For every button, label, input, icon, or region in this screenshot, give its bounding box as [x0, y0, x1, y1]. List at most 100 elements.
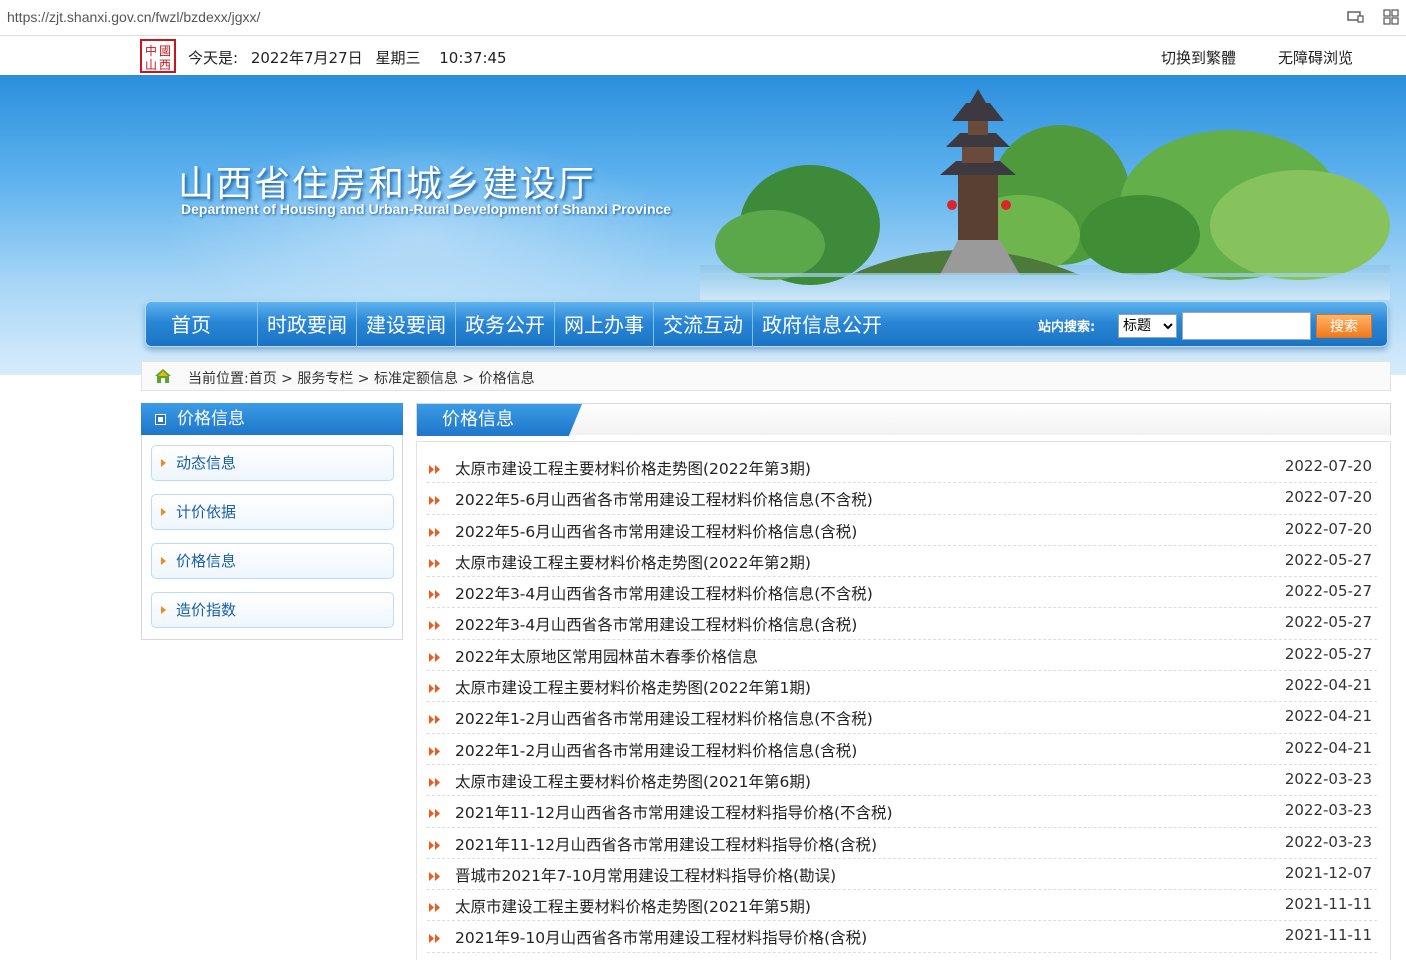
article-date: 2022-07-20: [1284, 488, 1372, 507]
switch-traditional-link[interactable]: 切换到繁體: [1161, 47, 1236, 68]
double-arrow-icon: [429, 652, 440, 662]
today-date: 2022年7月27日: [250, 49, 363, 67]
article-row[interactable]: 2021年9-10月山西省各市常用建设工程材料指导价格(含税) 2021-11-1…: [427, 921, 1377, 953]
search-button[interactable]: 搜索: [1316, 314, 1372, 338]
arrow-right-icon: [161, 557, 166, 565]
browser-address-bar: https://zjt.shanxi.gov.cn/fwzl/bzdexx/jg…: [0, 0, 1406, 36]
grid-apps-icon[interactable]: [1382, 9, 1400, 25]
article-date: 2021-12-07: [1284, 863, 1372, 882]
home-icon[interactable]: [154, 368, 172, 384]
url-text[interactable]: https://zjt.shanxi.gov.cn/fwzl/bzdexx/jg…: [7, 9, 260, 25]
article-title-link[interactable]: 太原市建设工程主要材料价格走势图(2022年第2期): [455, 551, 811, 573]
article-list: 太原市建设工程主要材料价格走势图(2022年第3期) 2022-07-20 2022…: [427, 452, 1377, 953]
screen-cast-icon[interactable]: [1346, 9, 1364, 25]
double-arrow-icon: [429, 871, 440, 881]
national-seal-logo: 中 國 山 西: [140, 39, 176, 73]
article-title-link[interactable]: 2022年3-4月山西省各市常用建设工程材料价格信息(含税): [455, 613, 857, 635]
sidebar-item-label: 计价依据: [176, 503, 237, 521]
article-title-link[interactable]: 太原市建设工程主要材料价格走势图(2022年第1期): [455, 676, 811, 698]
nav-item-gov-info[interactable]: 政府信息公开: [753, 302, 891, 348]
article-row[interactable]: 2022年3-4月山西省各市常用建设工程材料价格信息(含税) 2022-05-27: [427, 608, 1377, 640]
nav-item-construction-news[interactable]: 建设要闻: [357, 302, 456, 348]
nav-item-home[interactable]: 首页: [146, 302, 258, 348]
nav-item-news[interactable]: 时政要闻: [258, 302, 357, 348]
article-row[interactable]: 太原市建设工程主要材料价格走势图(2021年第6期) 2022-03-23: [427, 765, 1377, 797]
article-date: 2022-05-27: [1284, 613, 1372, 632]
article-title-link[interactable]: 2022年5-6月山西省各市常用建设工程材料价格信息(含税): [455, 520, 857, 542]
pavilion-landscape-image: [700, 89, 1390, 300]
article-date: 2022-05-27: [1284, 582, 1372, 601]
sidebar-title: 价格信息: [177, 409, 245, 429]
article-row[interactable]: 2021年11-12月山西省各市常用建设工程材料指导价格(含税) 2022-03-…: [427, 828, 1377, 859]
article-title-link[interactable]: 2022年3-4月山西省各市常用建设工程材料价格信息(不含税): [455, 582, 873, 604]
svg-text:山: 山: [145, 58, 158, 72]
article-title-link[interactable]: 2022年太原地区常用园林苗木春季价格信息: [455, 645, 758, 667]
article-row[interactable]: 2022年太原地区常用园林苗木春季价格信息 2022-05-27: [427, 640, 1377, 672]
sidebar: 价格信息 动态信息 计价依据 价格信息 造价指数: [141, 403, 403, 640]
article-row[interactable]: 2022年1-2月山西省各市常用建设工程材料价格信息(含税) 2022-04-21: [427, 734, 1377, 765]
article-title-link[interactable]: 2021年11-12月山西省各市常用建设工程材料指导价格(不含税): [455, 801, 893, 823]
article-date: 2022-05-27: [1284, 550, 1372, 569]
article-row[interactable]: 晋城市2021年7-10月常用建设工程材料指导价格(勘误) 2021-12-07: [427, 859, 1377, 891]
search-input[interactable]: [1182, 312, 1311, 340]
main-section-title: 价格信息: [417, 404, 582, 436]
accessibility-link[interactable]: 无障碍浏览: [1278, 47, 1353, 68]
article-row[interactable]: 太原市建设工程主要材料价格走势图(2022年第2期) 2022-05-27: [427, 546, 1377, 578]
double-arrow-icon: [429, 465, 440, 474]
article-row[interactable]: 2022年3-4月山西省各市常用建设工程材料价格信息(不含税) 2022-05-2…: [427, 577, 1377, 609]
breadcrumb-text[interactable]: 当前位置:首页 > 服务专栏 > 标准定额信息 > 价格信息: [188, 368, 535, 388]
article-row[interactable]: 2022年5-6月山西省各市常用建设工程材料价格信息(不含税) 2022-07-2…: [427, 483, 1377, 515]
search-scope-select[interactable]: 标题: [1118, 314, 1177, 338]
today-weekday: 星期三: [375, 49, 421, 67]
nav-item-online-services[interactable]: 网上办事: [555, 302, 654, 348]
sidebar-item-pricing-basis[interactable]: 计价依据: [151, 494, 394, 530]
svg-text:中: 中: [145, 43, 158, 58]
article-title-link[interactable]: 2021年9-10月山西省各市常用建设工程材料指导价格(含税): [455, 926, 867, 948]
double-arrow-icon: [429, 527, 440, 537]
article-row[interactable]: 2022年5-6月山西省各市常用建设工程材料价格信息(含税) 2022-07-20: [427, 515, 1377, 546]
sidebar-item-dynamic-info[interactable]: 动态信息: [151, 445, 394, 481]
square-bullet-icon: [155, 414, 166, 425]
article-date: 2022-03-23: [1284, 832, 1372, 851]
search-label: 站内搜索:: [1038, 320, 1096, 335]
nav-item-gov-affairs[interactable]: 政务公开: [456, 302, 555, 348]
sidebar-item-cost-index[interactable]: 造价指数: [151, 592, 394, 628]
double-arrow-icon: [429, 746, 440, 756]
sidebar-item-label: 动态信息: [176, 454, 237, 472]
article-row[interactable]: 2021年11-12月山西省各市常用建设工程材料指导价格(不含税) 2022-03…: [427, 796, 1377, 828]
article-date: 2021-11-11: [1284, 895, 1372, 914]
double-arrow-icon: [429, 558, 440, 568]
article-title-link[interactable]: 太原市建设工程主要材料价格走势图(2021年第5期): [455, 895, 811, 917]
article-title-link[interactable]: 太原市建设工程主要材料价格走势图(2022年第3期): [455, 457, 811, 479]
double-arrow-icon: [429, 684, 440, 694]
today-label: 今天是:: [188, 49, 239, 67]
current-datetime: 今天是: 2022年7月27日 星期三 10:37:45: [188, 47, 515, 68]
article-row[interactable]: 太原市建设工程主要材料价格走势图(2021年第5期) 2021-11-11: [427, 890, 1377, 922]
nav-item-interaction[interactable]: 交流互动: [654, 302, 753, 348]
article-row[interactable]: 2022年1-2月山西省各市常用建设工程材料价格信息(不含税) 2022-04-2…: [427, 702, 1377, 734]
double-arrow-icon: [429, 621, 440, 631]
article-date: 2021-11-11: [1284, 926, 1372, 945]
sidebar-item-label: 造价指数: [176, 601, 237, 619]
sidebar-header: 价格信息: [141, 403, 403, 435]
article-row[interactable]: 太原市建设工程主要材料价格走势图(2022年第1期) 2022-04-21: [427, 671, 1377, 703]
article-date: 2022-07-20: [1284, 457, 1372, 475]
article-title-link[interactable]: 2022年1-2月山西省各市常用建设工程材料价格信息(含税): [455, 739, 857, 761]
article-title-link[interactable]: 2022年1-2月山西省各市常用建设工程材料价格信息(不含税): [455, 707, 873, 729]
arrow-right-icon: [161, 508, 166, 516]
double-arrow-icon: [429, 840, 440, 850]
main-section-header: 价格信息: [416, 403, 1391, 436]
double-arrow-icon: [429, 903, 440, 913]
site-subtitle: Department of Housing and Urban-Rural De…: [181, 201, 672, 217]
arrow-right-icon: [161, 459, 166, 467]
article-title-link[interactable]: 太原市建设工程主要材料价格走势图(2021年第6期): [455, 770, 811, 792]
article-title-link[interactable]: 2022年5-6月山西省各市常用建设工程材料价格信息(不含税): [455, 488, 873, 510]
svg-text:西: 西: [159, 58, 172, 72]
article-date: 2022-03-23: [1284, 769, 1372, 788]
sidebar-item-price-info[interactable]: 价格信息: [151, 543, 394, 579]
article-title-link[interactable]: 2021年11-12月山西省各市常用建设工程材料指导价格(含税): [455, 833, 877, 855]
sidebar-item-label: 价格信息: [176, 552, 237, 570]
article-row[interactable]: 太原市建设工程主要材料价格走势图(2022年第3期) 2022-07-20: [427, 452, 1377, 484]
article-title-link[interactable]: 晋城市2021年7-10月常用建设工程材料指导价格(勘误): [455, 864, 836, 886]
double-arrow-icon: [429, 809, 440, 819]
